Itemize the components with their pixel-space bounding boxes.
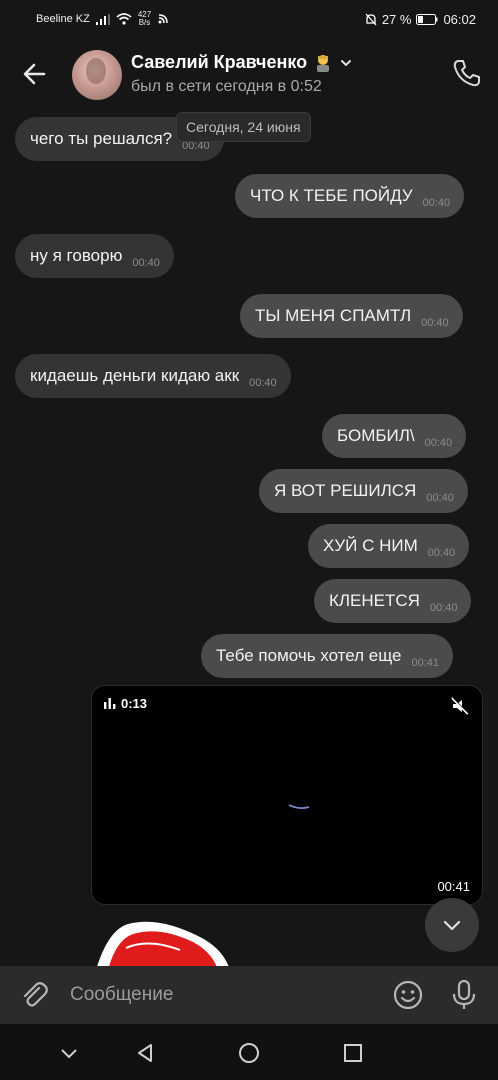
message-list[interactable]: чего ты решался? 00:40 Сегодня, 24 июня … [0, 110, 498, 966]
message-time: 00:40 [249, 377, 277, 389]
message-bubble[interactable]: Тебе помочь хотел еще 00:41 [201, 634, 454, 678]
message-text: ЧТО К ТЕБЕ ПОЙДУ [250, 186, 413, 205]
message-text: чего ты решался? [30, 129, 173, 148]
chat-header: Савелий Кравченко был в сети сегодня в 0… [0, 38, 498, 110]
video-time: 00:41 [437, 879, 470, 894]
message-time: 00:40 [427, 547, 456, 559]
message-time: 00:40 [426, 492, 454, 504]
video-message[interactable]: 0:13 00:41 [91, 685, 483, 905]
message-composer: Сообщение [0, 966, 498, 1024]
system-nav-bar [0, 1024, 498, 1080]
bell-off-icon [365, 13, 377, 25]
video-frame-glint [288, 804, 310, 810]
scroll-to-bottom-button[interactable] [425, 898, 479, 952]
sticker-image[interactable] [88, 910, 238, 966]
smile-icon[interactable] [392, 979, 424, 1011]
nav-hide-icon[interactable] [58, 1042, 80, 1064]
message-bubble[interactable]: ЧТО К ТЕБЕ ПОЙДУ 00:40 [235, 174, 465, 218]
message-text: кидаешь деньги кидаю акк [30, 366, 240, 385]
message-text: КЛЕНЕТСЯ [329, 591, 420, 610]
net-speed-unit: B/s [138, 18, 151, 27]
nav-home-icon[interactable] [238, 1042, 260, 1064]
status-bar: Beeline KZ 427 B/s 27 % 06:02 [0, 0, 498, 38]
battery-percent: 27 % [381, 11, 412, 27]
contact-name-row[interactable]: Савелий Кравченко [131, 52, 353, 73]
date-separator: Сегодня, 24 июня [176, 112, 311, 142]
battery-icon [416, 13, 438, 25]
arrow-left-icon[interactable] [18, 58, 50, 90]
mute-icon[interactable] [450, 696, 470, 716]
message-time: 00:40 [422, 197, 451, 209]
message-bubble[interactable]: ну я говорю 00:40 [15, 234, 174, 278]
message-time: 00:41 [411, 657, 440, 669]
video-duration-text: 0:13 [121, 696, 148, 711]
nav-back-icon[interactable] [134, 1042, 156, 1064]
message-time: 00:40 [421, 317, 449, 329]
contact-name: Савелий Кравченко [131, 52, 308, 72]
message-time: 00:40 [429, 602, 458, 614]
equalizer-icon [104, 698, 116, 709]
message-text: Тебе помочь хотел еще [216, 646, 402, 665]
chevron-down-icon [443, 920, 461, 931]
message-text: ХУЙ С НИМ [323, 536, 418, 555]
clock: 06:02 [443, 11, 476, 27]
last-seen: был в сети сегодня в 0:52 [131, 78, 322, 95]
video-duration: 0:13 [104, 696, 147, 711]
message-text: ну я говорю [30, 246, 123, 265]
microphone-icon[interactable] [450, 979, 478, 1011]
signal-icon [95, 13, 110, 25]
message-bubble[interactable]: кидаешь деньги кидаю акк 00:40 [15, 354, 291, 398]
message-text: Я ВОТ РЕШИЛСЯ [274, 481, 417, 500]
hotspot-icon [158, 14, 168, 24]
message-input[interactable]: Сообщение [70, 984, 173, 1006]
chevron-down-icon[interactable] [339, 56, 353, 70]
message-text: ТЫ МЕНЯ СПАМТЛ [255, 306, 412, 325]
message-bubble[interactable]: ХУЙ С НИМ 00:40 [308, 524, 470, 568]
avatar[interactable] [72, 50, 122, 100]
phone-icon[interactable] [450, 56, 484, 90]
message-time: 00:40 [424, 437, 453, 449]
message-bubble[interactable]: КЛЕНЕТСЯ 00:40 [314, 579, 472, 623]
message-bubble[interactable]: Я ВОТ РЕШИЛСЯ 00:40 [259, 469, 468, 513]
paperclip-icon[interactable] [18, 979, 50, 1011]
wifi-icon [116, 13, 132, 25]
message-bubble[interactable]: БОМБИЛ\ 00:40 [322, 414, 467, 458]
message-text: БОМБИЛ\ [337, 426, 415, 445]
net-speed: 427 B/s [138, 11, 151, 27]
nav-recents-icon[interactable] [342, 1042, 364, 1064]
person-emoji-icon [317, 54, 330, 72]
message-time: 00:40 [132, 257, 160, 269]
carrier-label: Beeline KZ [36, 13, 90, 25]
message-bubble[interactable]: ТЫ МЕНЯ СПАМТЛ 00:40 [240, 294, 463, 338]
